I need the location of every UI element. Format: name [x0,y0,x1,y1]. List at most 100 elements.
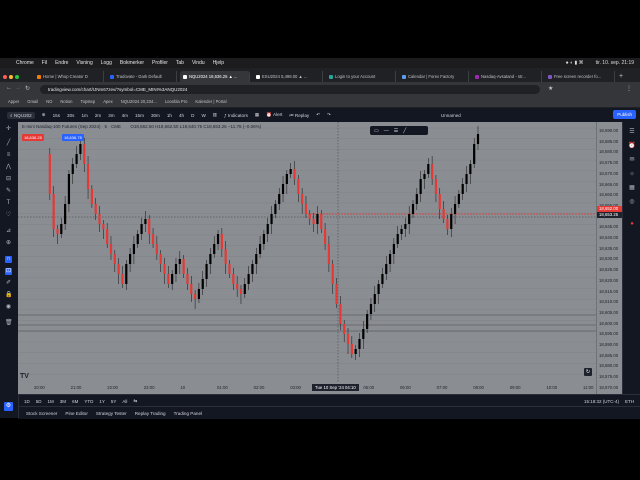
scroll-to-realtime-icon[interactable]: ↻ [584,368,592,376]
bookmark-item[interactable]: Kalender | Portal [195,99,226,104]
menu-logg[interactable]: Logg [101,60,112,66]
new-tab-button[interactable]: + [619,71,623,82]
interval-15m[interactable]: 15m [135,113,144,118]
buy-button[interactable]: 18,636.75 [62,134,84,141]
text-icon[interactable]: T [5,200,12,207]
back-icon[interactable]: ← [6,85,12,91]
session-clock[interactable]: 15:18:32 (UTC-4) [584,399,619,404]
range-1d[interactable]: 1D [24,399,30,404]
browser-tab[interactable]: Calendar | Forex Factory [399,71,469,82]
pencil-icon[interactable]: ╱ [403,128,406,134]
range-5y[interactable]: 5Y [111,399,117,404]
stay-drawing-icon[interactable]: ✐ [5,280,12,287]
bookmark-star-icon[interactable]: ★ [548,85,553,92]
tab-strategy-tester[interactable]: Strategy Tester [96,411,127,416]
menu-vindu[interactable]: Vindu [192,60,205,66]
watchlist-icon[interactable]: ☰ [628,128,636,136]
browser-tab[interactable]: Nasdaq-Avsatand - str... [472,71,542,82]
interval-3m[interactable]: 3m [108,113,114,118]
bookmark-item[interactable]: Notion [60,99,72,104]
trash-icon[interactable]: 🗑 [5,320,13,327]
interval-15s[interactable]: 15s [53,113,60,118]
bookmark-item[interactable]: Topstep [81,99,96,104]
alerts-icon[interactable]: ⏰ [628,142,636,150]
line-icon[interactable]: ― [384,128,389,134]
tab-stock-screener[interactable]: Stock Screener [26,411,57,416]
position-icon[interactable]: ⊟ [5,176,12,183]
menu-tab[interactable]: Tab [176,60,184,66]
menu-dots-icon[interactable]: ⋮ [626,85,632,92]
tab-replay-trading[interactable]: Replay Trading [135,411,166,416]
window-controls[interactable] [0,71,31,82]
notifications-icon[interactable]: ◎ [628,198,636,206]
rectangle-icon[interactable]: ▭ [374,128,379,134]
bookmark-item[interactable]: Loonbla Pro [165,99,188,104]
fib-icon[interactable]: ≡ [5,152,12,159]
candlestick-plot[interactable] [18,122,596,394]
publish-button[interactable]: Publish [613,110,636,119]
chat-icon[interactable]: ✉ [628,156,636,164]
sell-button[interactable]: 18,636.25 [22,134,44,141]
interval-w[interactable]: W [201,113,205,118]
undo-icon[interactable]: ↶ [316,112,320,118]
tab-trading-panel[interactable]: Trading Panel [174,411,202,416]
brush-icon[interactable]: ✎ [5,188,12,195]
range-5d[interactable]: 5D [36,399,42,404]
ideas-icon[interactable]: ☼ [628,170,636,178]
browser-tab-active[interactable]: NQU2024 18,636.25 ▲ ... [180,71,250,82]
forward-icon[interactable]: → [15,85,21,91]
alert-button[interactable]: ⏰ Alert [266,112,282,118]
browser-tab[interactable]: Tradovate - Dark Default [107,71,177,82]
menu-fil[interactable]: Fil [42,60,47,66]
layout-name[interactable]: Unnamed [441,113,461,118]
redo-icon[interactable]: ↷ [327,112,331,118]
interval-d[interactable]: D [191,113,194,118]
menu-profiler[interactable]: Profiler [152,60,168,66]
range-1m[interactable]: 1M [48,399,54,404]
menu-visning[interactable]: Visning [76,60,92,66]
range-1y[interactable]: 1Y [99,399,105,404]
interval-4h[interactable]: 4h [179,113,184,118]
bookmark-item[interactable]: NO [46,99,52,104]
tab-pine-editor[interactable]: Pine Editor [65,411,87,416]
time-axis[interactable]: 20:0021:0022:0023:001001:0002:0003:0004:… [18,368,596,394]
calendar-icon[interactable]: ▦ [628,184,636,192]
list-icon[interactable]: ☰ [394,128,398,134]
interval-2m[interactable]: 2m [95,113,101,118]
indicators-button[interactable]: ƒ Indicators [224,113,248,118]
interval-30m[interactable]: 30m [151,113,160,118]
date-range-icon[interactable]: ⇆ [133,398,137,404]
browser-tab[interactable]: ESU2024 5,498.00 ▲ ... [253,71,323,82]
browser-tab[interactable]: Free screen recorder fo... [545,71,615,82]
symbol-search-button[interactable]: ⌕ NQU202 [7,111,35,119]
interval-1h[interactable]: 1h [167,113,172,118]
bookmark-item[interactable]: Gmail [27,99,38,104]
lock-icon[interactable]: 🔒 [5,292,12,299]
bookmark-item[interactable]: Apper [8,99,19,104]
settings-gear-icon[interactable]: ⚙ [4,402,13,411]
session-type[interactable]: ETH [625,399,634,404]
lock-drawing-icon[interactable]: ⊡ [5,268,12,275]
magnet-icon[interactable]: ∩ [5,256,12,263]
pattern-icon[interactable]: ⋀ [5,164,12,171]
menu-endre[interactable]: Endre [55,60,68,66]
hotlist-icon[interactable]: ● [628,220,636,228]
chart-pane[interactable]: E-mini Nasdaq-100 Futures (Sep 2024) · 5… [18,122,596,394]
menu-hjelp[interactable]: Hjelp [213,60,224,66]
add-symbol-icon[interactable]: ⊕ [42,112,46,118]
chart-type-icon[interactable]: ▥ [213,112,217,118]
range-all[interactable]: All [122,399,127,404]
heart-icon[interactable]: ♡ [5,212,12,219]
bookmark-item[interactable]: Apex [103,99,113,104]
menu-bokmerker[interactable]: Bokmerker [120,60,144,66]
url-field[interactable]: tradingview.com/chart/IJNm67zev/?symbol=… [40,84,540,94]
range-6m[interactable]: 6M [72,399,78,404]
range-ytd[interactable]: YTD [84,399,93,404]
interval-30s[interactable]: 30s [67,113,74,118]
browser-tab[interactable]: Home | Whop Creator D [34,71,104,82]
eye-icon[interactable]: ◉ [5,304,12,311]
menu-chrome[interactable]: Chrome [16,60,34,66]
templates-icon[interactable]: ▦ [255,112,259,118]
reload-icon[interactable]: ↻ [25,85,30,92]
interval-4m[interactable]: 4m [122,113,128,118]
